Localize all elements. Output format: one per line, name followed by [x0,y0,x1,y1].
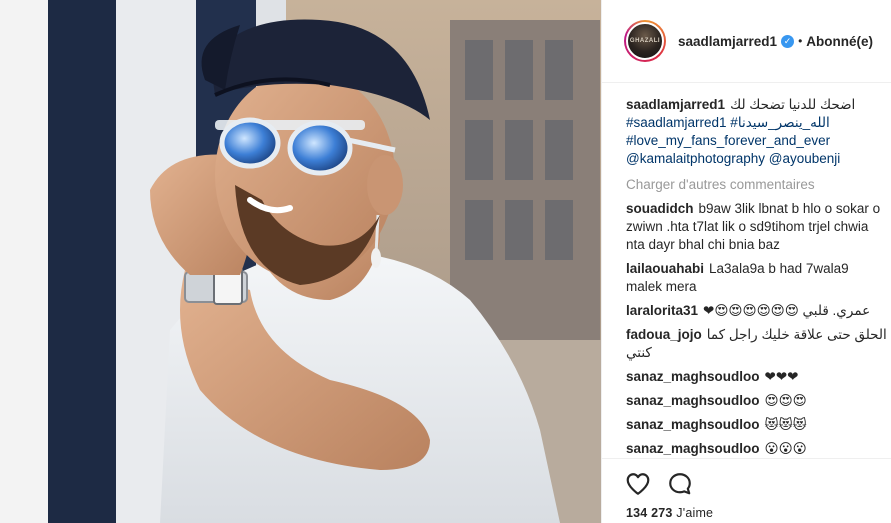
verified-badge-icon: ✓ [781,34,795,48]
comment-item: sanaz_maghsoudloo 😍😍😍 [626,392,888,410]
likes-label: J'aime [676,506,714,520]
comment-username[interactable]: fadoua_jojo [626,327,702,342]
comment-username[interactable]: sanaz_maghsoudloo [626,369,760,384]
comment-username[interactable]: lailaouahabi [626,261,704,276]
comment-item: sanaz_maghsoudloo 😻😻😻 [626,416,888,434]
author-username[interactable]: saadlamjarred1 [678,34,777,49]
caption-hashtags[interactable]: #saadlamjarred1 #الله_ينصر_سيدنا [626,114,888,132]
comment-username[interactable]: sanaz_maghsoudloo [626,441,760,456]
comment-item: souadidch b9aw 3lik lbnat b hlo o sokar o… [626,200,888,254]
comment-item: sanaz_maghsoudloo 😮😮😮 [626,440,888,458]
load-more-comments-button[interactable]: Charger d'autres commentaires [626,176,888,194]
post-side-panel: GHAZALI saadlamjarred1 ✓ • Abonné(e) saa… [601,0,891,523]
comment-username[interactable]: sanaz_maghsoudloo [626,393,760,408]
comments-list: saadlamjarred1 اضحك للدنيا تضحك لك #saadl… [626,96,888,458]
comment-text: ❤❤❤ [764,369,799,384]
comment-username[interactable]: sanaz_maghsoudloo [626,417,760,432]
comment-text: عمري. قلبي 😍😍😍😍😍😍❤ [703,303,871,318]
post-photo[interactable] [0,0,601,523]
caption-text: اضحك للدنيا تضحك لك [730,97,856,112]
comment-icon[interactable] [667,471,693,497]
likes-count[interactable]: 134 273 J'aime [626,506,713,520]
photo-illustration [0,0,601,523]
heart-icon[interactable] [625,471,651,497]
caption-username[interactable]: saadlamjarred1 [626,97,725,112]
comment-text: 😮😮😮 [764,441,807,456]
post-caption: saadlamjarred1 اضحك للدنيا تضحك لك #saadl… [626,96,888,168]
comment-item: lailaouahabi La3ala9a b had 7wala9 malek … [626,260,888,296]
comment-item: sanaz_maghsoudloo ❤❤❤ [626,368,888,386]
post-header: GHAZALI saadlamjarred1 ✓ • Abonné(e) [602,0,891,83]
caption-mentions[interactable]: @kamalaitphotography @ayoubenji [626,150,888,168]
avatar-image: GHAZALI [626,22,664,60]
caption-hashtag-fans[interactable]: #love_my_fans_forever_and_ever [626,132,888,150]
author-avatar[interactable]: GHAZALI [624,20,666,62]
comment-username[interactable]: souadidch [626,201,694,216]
comment-item: fadoua_jojo الحلق حتى علاقة خليك راجل كما… [626,326,888,362]
follow-status-button[interactable]: Abonné(e) [806,34,873,49]
post-actions-bar: 134 273 J'aime [602,458,891,523]
comment-text: 😍😍😍 [764,393,807,408]
comment-text: 😻😻😻 [764,417,807,432]
comment-username[interactable]: laralorita31 [626,303,698,318]
separator-dot: • [798,34,803,48]
comment-item: laralorita31 عمري. قلبي 😍😍😍😍😍😍❤ [626,302,888,320]
likes-number: 134 273 [626,506,673,520]
